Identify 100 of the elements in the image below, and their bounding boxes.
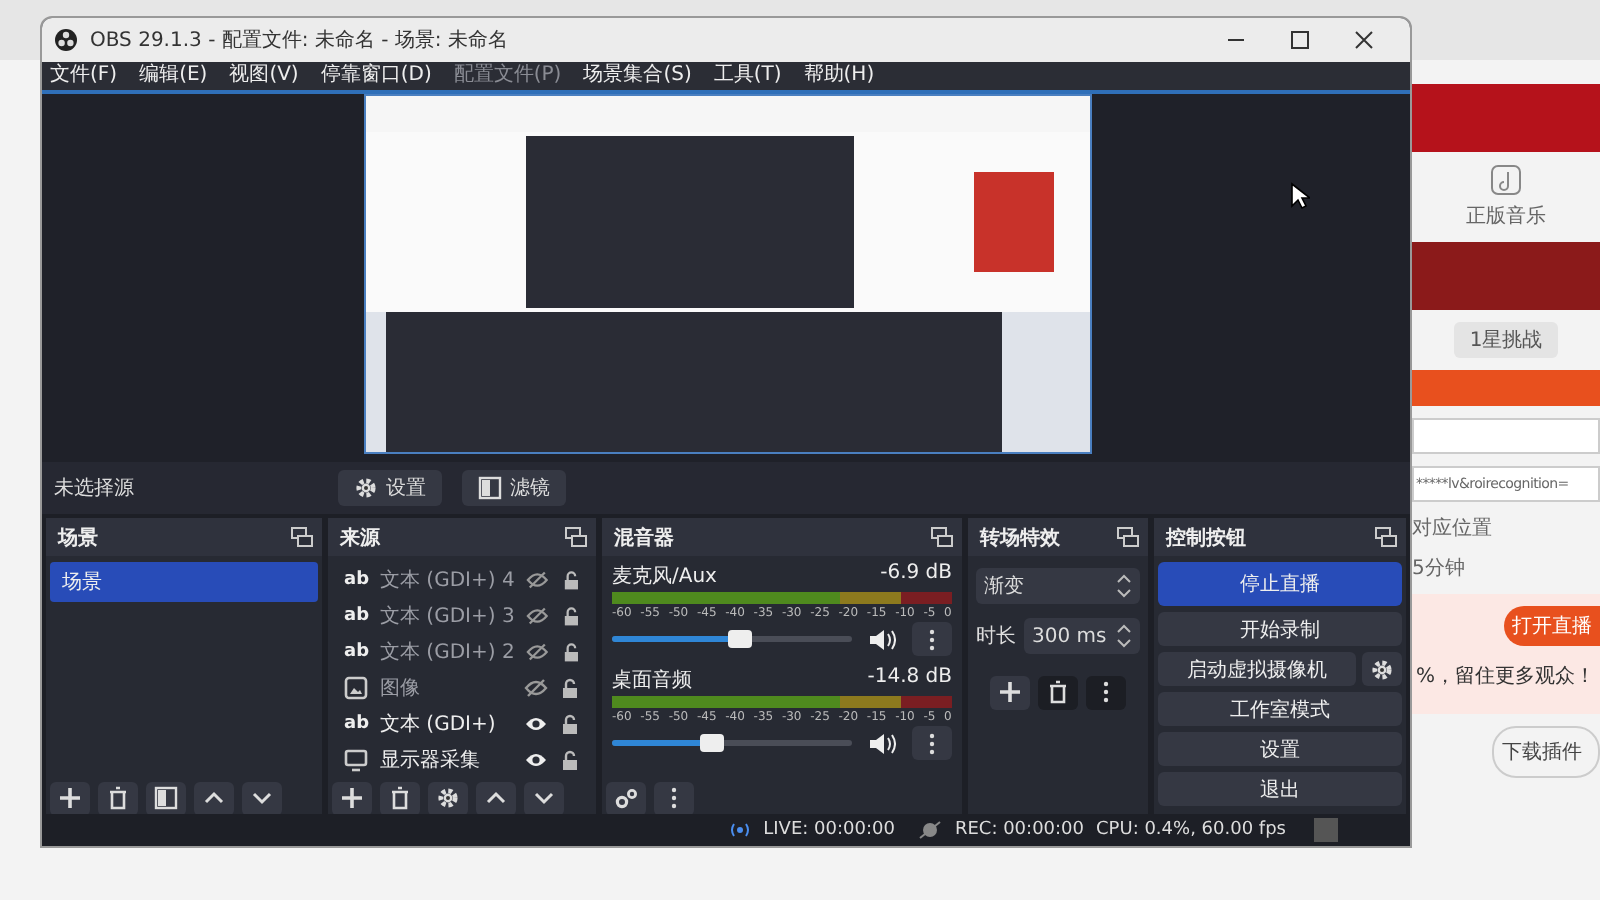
music-note-icon xyxy=(1490,164,1522,196)
lock-icon[interactable] xyxy=(560,747,580,771)
eye-slash-icon[interactable] xyxy=(526,569,550,589)
add-button[interactable] xyxy=(50,781,90,815)
source-name[interactable]: 文本 (GDI+) 4 xyxy=(380,565,515,593)
transition-select[interactable]: 渐变 xyxy=(976,568,1140,604)
speaker-icon[interactable] xyxy=(868,627,896,651)
text-source-icon: ab xyxy=(344,641,368,661)
properties-button[interactable]: 设置 xyxy=(338,470,442,506)
icon-label: 正版音乐 xyxy=(1466,203,1546,230)
cpu-fps-text: CPU: 0.4%, 60.00 fps xyxy=(1096,820,1286,840)
duration-field[interactable]: 300 ms xyxy=(1024,618,1140,654)
move-up-button[interactable] xyxy=(476,781,516,815)
virtual-camera-settings-button[interactable] xyxy=(1362,652,1402,686)
channel-name: 桌面音频 xyxy=(612,667,692,694)
lock-icon[interactable] xyxy=(561,603,580,627)
advanced-audio-icon xyxy=(614,786,638,810)
eye-slash-icon[interactable] xyxy=(524,677,548,697)
control-button[interactable]: 停止直播 xyxy=(1158,562,1402,606)
add-button[interactable] xyxy=(990,675,1030,709)
filters-button[interactable]: 滤镜 xyxy=(462,470,566,506)
source-name[interactable]: 图像 xyxy=(380,673,512,701)
move-up-button[interactable] xyxy=(194,781,234,815)
lock-icon[interactable] xyxy=(560,711,580,735)
volume-reading: -6.9 dB xyxy=(880,562,952,588)
control-button[interactable]: 设置 xyxy=(1158,732,1402,766)
hint-text: 5分钟 xyxy=(1412,555,1467,582)
add-button[interactable] xyxy=(332,781,372,815)
undock-icon[interactable] xyxy=(930,526,954,548)
filters-button[interactable] xyxy=(146,781,186,815)
menu-item[interactable]: 停靠窗口(D) xyxy=(320,62,432,90)
lock-icon[interactable] xyxy=(560,675,580,699)
source-name[interactable]: 显示器采集 xyxy=(380,745,512,773)
eye-icon[interactable] xyxy=(524,713,548,733)
spinner-arrows-icon xyxy=(1116,624,1132,648)
text-source-icon: ab xyxy=(344,569,368,589)
virtual-camera-settings-icon xyxy=(1370,657,1394,681)
close-icon[interactable] xyxy=(1354,30,1374,50)
dock-title: 来源 xyxy=(340,525,380,551)
menu-item[interactable]: 工具(T) xyxy=(713,62,782,90)
recording-timer: REC: 00:00:00 xyxy=(954,820,1085,840)
eye-slash-icon[interactable] xyxy=(526,641,550,661)
maximize-icon[interactable] xyxy=(1290,30,1310,50)
control-button[interactable]: 工作室模式 xyxy=(1158,692,1402,726)
speaker-icon[interactable] xyxy=(868,731,896,755)
control-button[interactable]: 启动虚拟摄像机 xyxy=(1158,652,1356,686)
hint-text: 对应位置 xyxy=(1412,515,1494,542)
record-off-icon xyxy=(918,820,943,840)
dock-title: 控制按钮 xyxy=(1166,525,1246,551)
source-name[interactable]: 文本 (GDI+) xyxy=(380,709,512,737)
lock-icon[interactable] xyxy=(561,567,580,591)
undock-icon[interactable] xyxy=(564,526,588,548)
eye-icon[interactable] xyxy=(524,749,548,769)
control-button[interactable]: 退出 xyxy=(1158,772,1402,806)
channel-menu-icon xyxy=(926,731,938,755)
add-icon xyxy=(58,786,82,810)
transition-menu-icon xyxy=(1100,680,1112,704)
mixer-menu-button[interactable] xyxy=(654,781,694,815)
menu-item[interactable]: 帮助(H) xyxy=(803,62,875,90)
promo-text: %，留住更多观众！ xyxy=(1414,664,1598,690)
input-field[interactable] xyxy=(1412,418,1600,454)
source-name[interactable]: 文本 (GDI+) 3 xyxy=(380,601,515,629)
control-button[interactable]: 开始录制 xyxy=(1158,612,1402,646)
remove-button[interactable] xyxy=(380,781,420,815)
menu-item[interactable]: 视图(V) xyxy=(229,62,299,90)
advanced-audio-button[interactable] xyxy=(606,781,646,815)
mixer-menu-icon xyxy=(668,786,680,810)
lock-icon[interactable] xyxy=(561,639,580,663)
scene-item[interactable]: 场景 xyxy=(50,562,318,602)
menu-item[interactable]: 编辑(E) xyxy=(139,62,208,90)
undock-icon[interactable] xyxy=(290,526,314,548)
menu-item[interactable]: 文件(F) xyxy=(50,62,118,90)
filters-icon xyxy=(154,786,178,810)
source-name[interactable]: 文本 (GDI+) 2 xyxy=(380,637,515,665)
status-indicator xyxy=(1314,818,1338,842)
remove-button[interactable] xyxy=(98,781,138,815)
text-source-icon: ab xyxy=(344,605,368,625)
live-timer: LIVE: 00:00:00 xyxy=(763,820,895,840)
gear-icon xyxy=(354,476,378,500)
properties-button[interactable] xyxy=(428,781,468,815)
remove-button[interactable] xyxy=(1038,675,1078,709)
channel-menu-button[interactable] xyxy=(912,726,952,760)
transition-menu-button[interactable] xyxy=(1086,675,1126,709)
eye-slash-icon[interactable] xyxy=(526,605,550,625)
download-button[interactable]: 下载插件 xyxy=(1492,726,1600,778)
mouse-pointer-icon xyxy=(1290,182,1310,210)
undock-icon[interactable] xyxy=(1374,526,1398,548)
undock-icon[interactable] xyxy=(1116,526,1140,548)
add-icon xyxy=(340,786,364,810)
duration-label: 时长 xyxy=(974,623,1016,650)
menu-item[interactable]: 场景集合(S) xyxy=(583,62,692,90)
move-down-button[interactable] xyxy=(242,781,282,815)
channel-menu-button[interactable] xyxy=(912,622,952,656)
move-down-button[interactable] xyxy=(524,781,564,815)
volume-slider[interactable] xyxy=(612,740,852,746)
spinner-arrows-icon xyxy=(1116,574,1132,598)
open-button[interactable]: 打开直播 xyxy=(1504,606,1600,646)
volume-slider[interactable] xyxy=(612,636,852,642)
challenge-button[interactable]: 1星挑战 xyxy=(1453,322,1559,358)
remove-icon xyxy=(388,786,412,810)
